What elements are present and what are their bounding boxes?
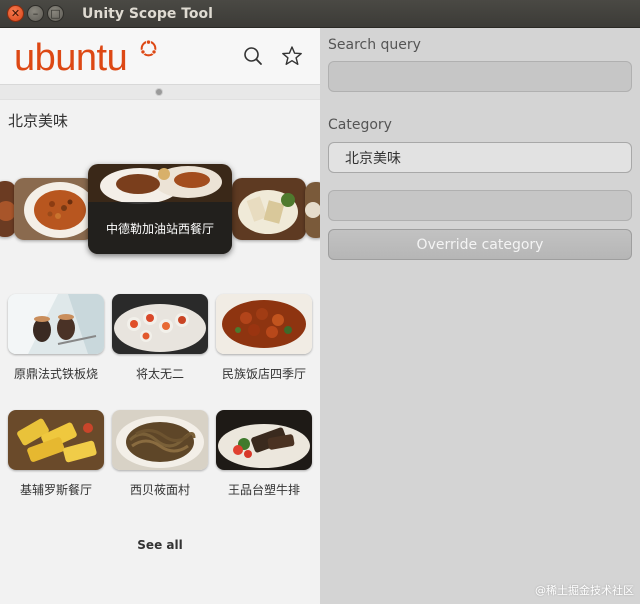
carousel-item[interactable] (232, 178, 306, 240)
card-title: 将太无二 (135, 367, 184, 381)
search-query-label: Search query (328, 37, 421, 53)
scope-header: ubuntu (0, 28, 320, 84)
control-panel: Search query Category 北京美味 Override cate… (320, 28, 640, 604)
see-all-link[interactable]: See all (0, 538, 320, 552)
grid-card[interactable]: 基辅罗斯餐厅 (8, 410, 104, 498)
window-title: Unity Scope Tool (82, 5, 213, 22)
food-photo (216, 410, 312, 470)
card-title: 西贝莜面村 (129, 483, 190, 497)
category-dropdown[interactable]: 北京美味 (328, 142, 632, 173)
search-icon[interactable] (241, 44, 265, 68)
grid-card[interactable]: 原鼎法式铁板烧 (8, 294, 104, 382)
card-title: 基辅罗斯餐厅 (19, 483, 92, 497)
grid-card[interactable]: 王品台塑牛排 (216, 410, 312, 498)
maximize-icon[interactable]: □ (47, 5, 64, 22)
grid-card[interactable]: 将太无二 (112, 294, 208, 382)
food-photo (112, 294, 208, 354)
star-icon[interactable] (280, 44, 304, 68)
search-query-input[interactable] (328, 61, 632, 92)
card-thumbnail (216, 410, 312, 470)
carousel-item-featured[interactable]: 中德勒加油站西餐厅 (88, 164, 232, 254)
close-icon[interactable]: ✕ (7, 5, 24, 22)
featured-title: 中德勒加油站西餐厅 (88, 202, 232, 254)
card-title: 民族饭店四季厅 (221, 367, 306, 381)
category-carousel[interactable]: 中德勒加油站西餐厅 (0, 156, 320, 266)
category-label: Category (328, 117, 392, 133)
card-title: 原鼎法式铁板烧 (13, 367, 98, 381)
page-indicator-dot (156, 89, 162, 95)
food-photo (8, 410, 104, 470)
circle-of-friends-icon (140, 40, 157, 57)
card-thumbnail (112, 410, 208, 470)
watermark: @稀土掘金技术社区 (535, 584, 634, 597)
category-extra-input[interactable] (328, 190, 632, 221)
food-photo (232, 178, 306, 240)
food-photo (305, 182, 320, 238)
grid-card[interactable]: 民族饭店四季厅 (216, 294, 312, 382)
food-photo (14, 178, 94, 240)
scope-preview: ubuntu 北京美味 中德勒加油站西餐厅 原鼎法式铁板烧 将太无二 民族饭店四… (0, 28, 320, 604)
override-category-button[interactable]: Override category (328, 229, 632, 260)
grid-card[interactable]: 西贝莜面村 (112, 410, 208, 498)
card-thumbnail (8, 410, 104, 470)
carousel-item[interactable] (14, 178, 94, 240)
minimize-icon[interactable]: – (27, 5, 44, 22)
card-title: 王品台塑牛排 (227, 483, 300, 497)
carousel-item[interactable] (305, 182, 320, 238)
card-thumbnail (216, 294, 312, 354)
window-titlebar: ✕ – □ Unity Scope Tool (0, 0, 640, 28)
food-photo (216, 294, 312, 354)
card-thumbnail (8, 294, 104, 354)
food-photo (112, 410, 208, 470)
category-title: 北京美味 (8, 112, 69, 130)
food-photo (8, 294, 104, 354)
ubuntu-logo: ubuntu (14, 37, 128, 79)
card-thumbnail (112, 294, 208, 354)
header-divider[interactable] (0, 84, 320, 100)
